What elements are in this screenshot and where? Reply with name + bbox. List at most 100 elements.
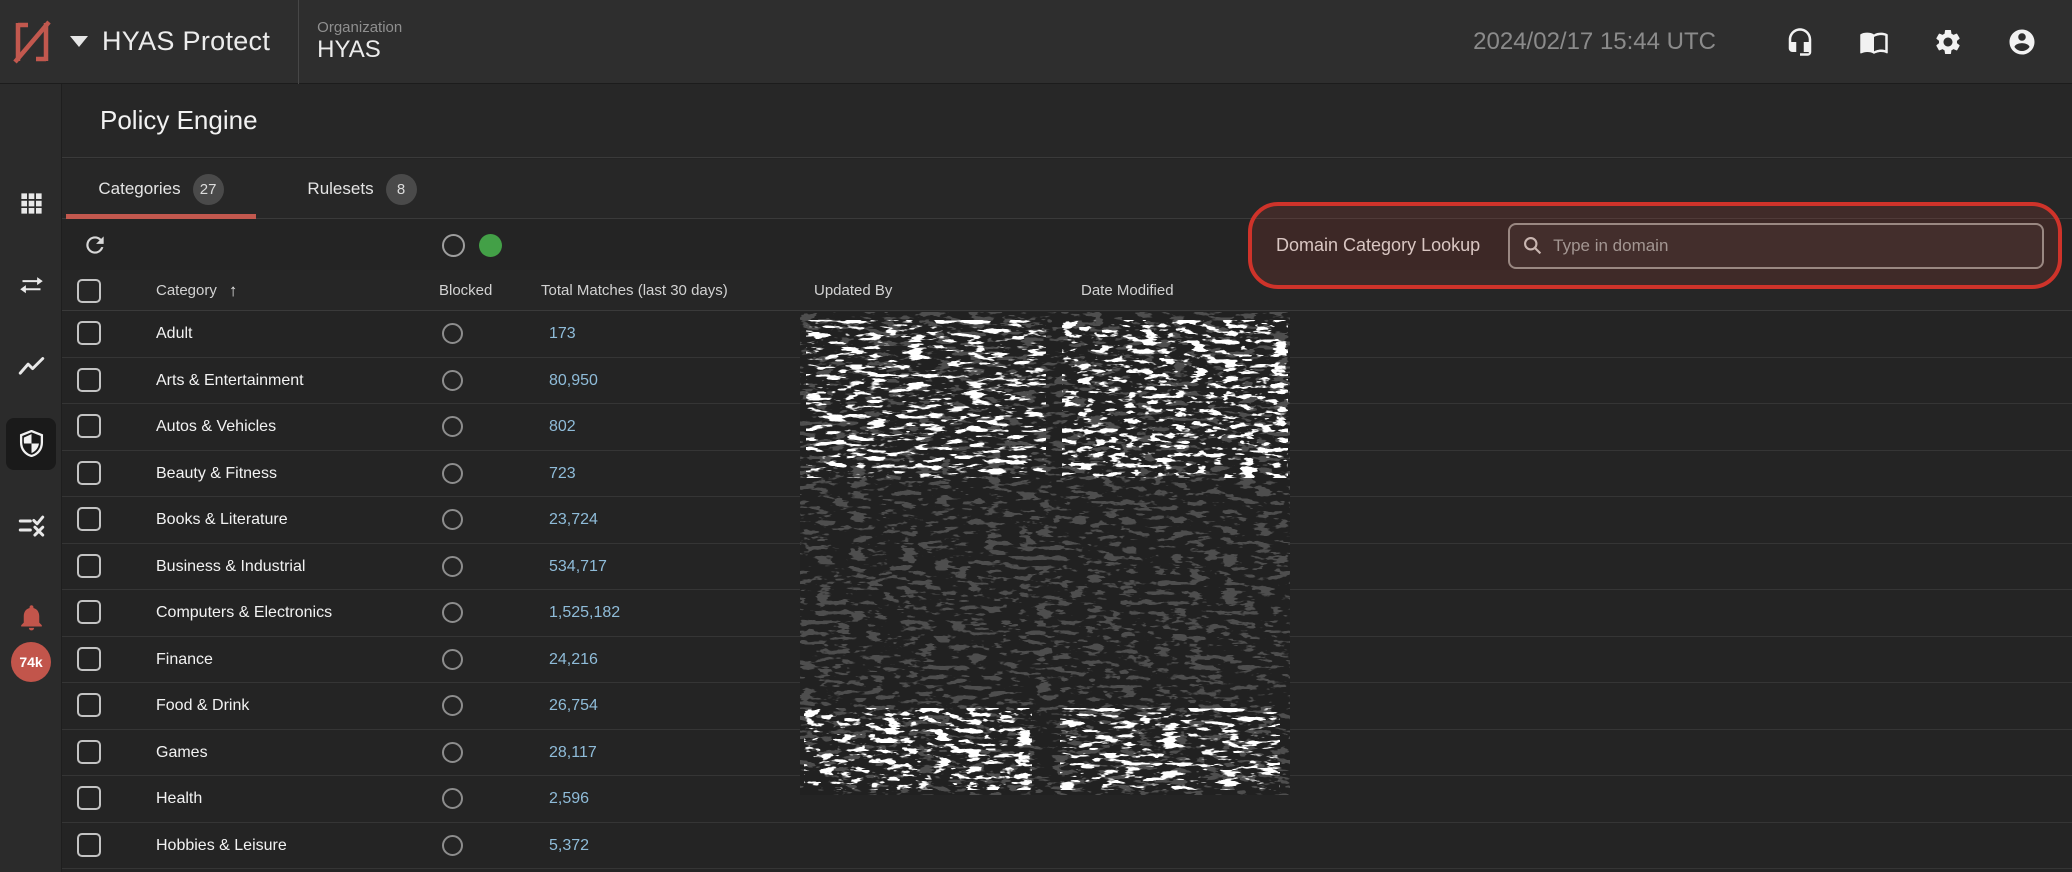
row-category-label: Finance bbox=[156, 637, 213, 683]
row-blocked-toggle[interactable] bbox=[442, 788, 463, 809]
row-total-matches: 28,117 bbox=[549, 730, 597, 776]
row-blocked-toggle[interactable] bbox=[442, 742, 463, 763]
topbar-divider bbox=[298, 0, 299, 84]
row-blocked-toggle[interactable] bbox=[442, 556, 463, 577]
redacted-region bbox=[800, 312, 1290, 795]
row-total-matches: 534,717 bbox=[549, 544, 607, 590]
row-total-matches: 802 bbox=[549, 404, 576, 450]
tab-categories[interactable]: Categories 27 bbox=[62, 159, 260, 219]
row-checkbox[interactable] bbox=[77, 554, 101, 578]
tab-categories-label: Categories bbox=[98, 179, 180, 199]
row-category-label: Autos & Vehicles bbox=[156, 404, 276, 450]
organization-label: Organization bbox=[317, 19, 402, 36]
page-header: Policy Engine bbox=[62, 84, 2072, 158]
row-total-matches: 2,596 bbox=[549, 776, 589, 822]
row-total-matches: 26,754 bbox=[549, 683, 598, 729]
shield-policy-icon[interactable] bbox=[0, 430, 62, 457]
row-checkbox[interactable] bbox=[77, 600, 101, 624]
rules-checklist-icon[interactable] bbox=[0, 512, 62, 539]
row-checkbox[interactable] bbox=[77, 414, 101, 438]
alerts-count-badge: 74k bbox=[11, 642, 51, 682]
row-category-label: Business & Industrial bbox=[156, 544, 305, 590]
row-category-label: Health bbox=[156, 776, 202, 822]
account-icon[interactable] bbox=[2006, 26, 2038, 58]
page-title: Policy Engine bbox=[62, 105, 258, 136]
alerts-bell-icon[interactable] bbox=[0, 602, 62, 633]
column-header-category[interactable]: Category ↑ bbox=[156, 270, 237, 311]
organization-name: HYAS bbox=[317, 36, 402, 64]
product-title: HYAS Protect bbox=[102, 26, 270, 57]
row-total-matches: 173 bbox=[549, 311, 576, 357]
support-headset-icon[interactable] bbox=[1784, 26, 1816, 58]
row-category-label: Adult bbox=[156, 311, 192, 357]
redacted-date-modified-bottom bbox=[1060, 708, 1280, 790]
sort-ascending-icon: ↑ bbox=[229, 281, 238, 301]
row-checkbox[interactable] bbox=[77, 321, 101, 345]
refresh-button[interactable] bbox=[82, 232, 108, 258]
hyas-logo-icon bbox=[0, 20, 64, 64]
column-header-date-modified: Date Modified bbox=[1081, 270, 1174, 311]
domain-category-lookup-annotation: Domain Category Lookup bbox=[1248, 202, 2062, 289]
row-total-matches: 80,950 bbox=[549, 358, 598, 404]
row-category-label: Games bbox=[156, 730, 208, 776]
row-checkbox[interactable] bbox=[77, 786, 101, 810]
row-category-label: Computers & Electronics bbox=[156, 590, 332, 636]
select-all-cell bbox=[77, 270, 101, 311]
row-category-label: Arts & Entertainment bbox=[156, 358, 304, 404]
row-checkbox[interactable] bbox=[77, 461, 101, 485]
row-category-label: Hobbies & Leisure bbox=[156, 823, 287, 869]
redacted-updated-by-bottom bbox=[804, 708, 1032, 790]
row-checkbox[interactable] bbox=[77, 647, 101, 671]
column-header-total-matches: Total Matches (last 30 days) bbox=[541, 270, 728, 311]
tab-rulesets[interactable]: Rulesets 8 bbox=[260, 159, 464, 219]
unblocked-status-circle[interactable] bbox=[442, 234, 465, 257]
top-bar: HYAS Protect Organization HYAS 2024/02/1… bbox=[0, 0, 2072, 84]
column-header-updated-by: Updated By bbox=[814, 270, 892, 311]
organization-block: Organization HYAS bbox=[317, 19, 402, 64]
documentation-book-icon[interactable] bbox=[1858, 26, 1890, 58]
swap-arrows-icon[interactable] bbox=[0, 272, 62, 299]
row-blocked-toggle[interactable] bbox=[442, 463, 463, 484]
table-row: Hobbies & Leisure 5,372 bbox=[62, 823, 2072, 870]
apps-grid-icon[interactable] bbox=[0, 190, 62, 217]
redacted-date-modified-top bbox=[1062, 320, 1288, 478]
column-header-blocked: Blocked bbox=[439, 270, 492, 311]
search-icon bbox=[1522, 235, 1543, 256]
redacted-updated-by-top bbox=[806, 320, 1046, 478]
row-blocked-toggle[interactable] bbox=[442, 509, 463, 530]
row-checkbox[interactable] bbox=[77, 368, 101, 392]
domain-search-input[interactable] bbox=[1553, 236, 2030, 256]
row-checkbox[interactable] bbox=[77, 740, 101, 764]
tab-rulesets-label: Rulesets bbox=[307, 179, 373, 199]
row-blocked-toggle[interactable] bbox=[442, 323, 463, 344]
row-blocked-toggle[interactable] bbox=[442, 695, 463, 716]
column-category-label: Category bbox=[156, 282, 217, 299]
row-blocked-toggle[interactable] bbox=[442, 649, 463, 670]
row-checkbox[interactable] bbox=[77, 693, 101, 717]
row-blocked-toggle[interactable] bbox=[442, 370, 463, 391]
utc-datetime: 2024/02/17 15:44 UTC bbox=[1473, 28, 1716, 56]
domain-search-box[interactable] bbox=[1508, 223, 2044, 269]
select-all-checkbox[interactable] bbox=[77, 279, 101, 303]
tab-rulesets-count: 8 bbox=[386, 174, 417, 205]
row-blocked-toggle[interactable] bbox=[442, 416, 463, 437]
row-total-matches: 23,724 bbox=[549, 497, 598, 543]
row-total-matches: 24,216 bbox=[549, 637, 598, 683]
tab-categories-count: 27 bbox=[193, 174, 224, 205]
row-blocked-toggle[interactable] bbox=[442, 602, 463, 623]
row-total-matches: 5,372 bbox=[549, 823, 589, 869]
row-category-label: Food & Drink bbox=[156, 683, 249, 729]
row-checkbox[interactable] bbox=[77, 833, 101, 857]
left-nav-sidebar: 74k bbox=[0, 84, 62, 872]
trending-chart-icon[interactable] bbox=[0, 354, 62, 381]
settings-gear-icon[interactable] bbox=[1932, 26, 1964, 58]
row-blocked-toggle[interactable] bbox=[442, 835, 463, 856]
product-switcher-caret[interactable] bbox=[70, 36, 88, 47]
row-category-label: Books & Literature bbox=[156, 497, 288, 543]
row-total-matches: 723 bbox=[549, 451, 576, 497]
domain-category-lookup-label: Domain Category Lookup bbox=[1276, 235, 1480, 256]
row-checkbox[interactable] bbox=[77, 507, 101, 531]
row-total-matches: 1,525,182 bbox=[549, 590, 620, 636]
row-category-label: Beauty & Fitness bbox=[156, 451, 277, 497]
blocked-status-circle[interactable] bbox=[479, 234, 502, 257]
